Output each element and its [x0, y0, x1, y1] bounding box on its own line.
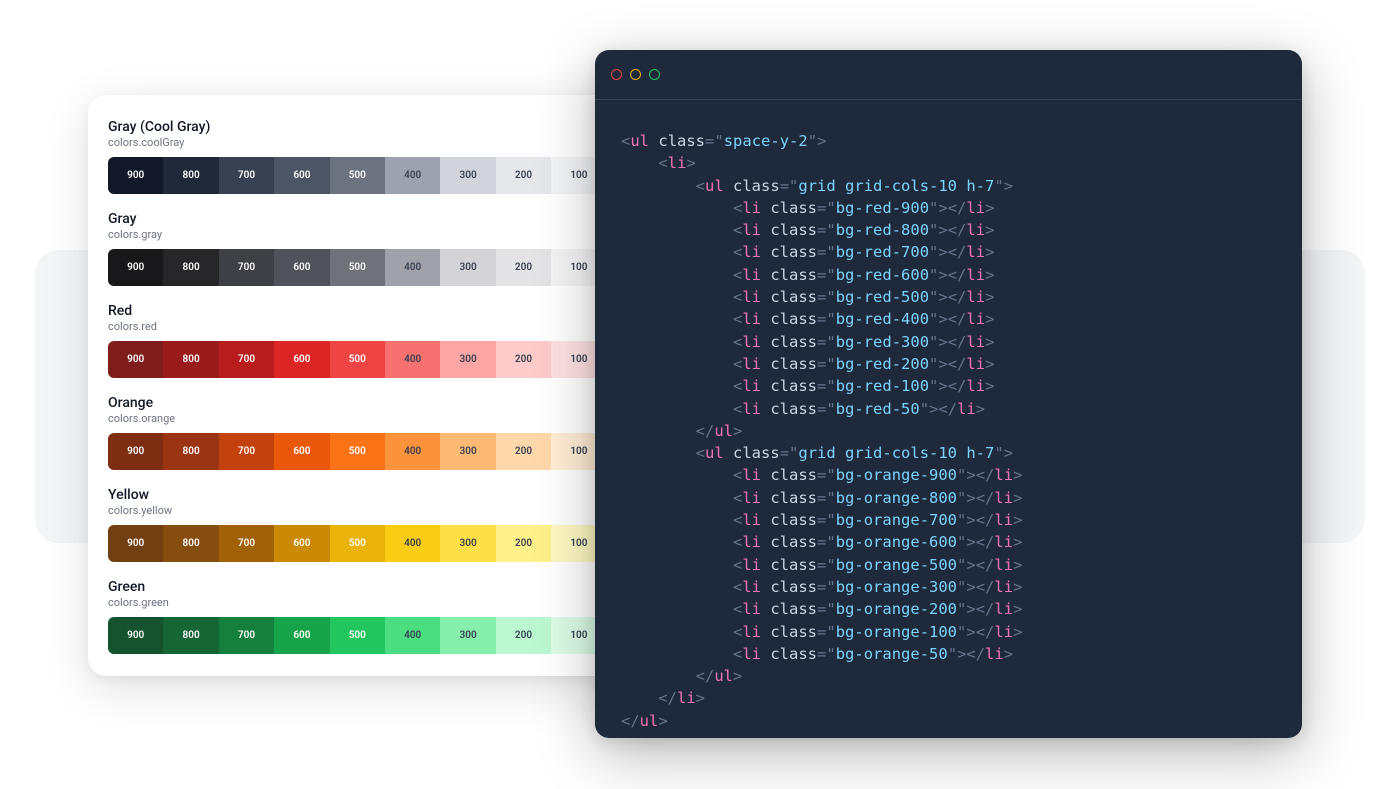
swatch[interactable]: 700	[219, 433, 274, 470]
swatch[interactable]: 300	[440, 525, 495, 562]
swatch[interactable]: 900	[108, 341, 163, 378]
color-palette-card: Gray (Cool Gray)colors.coolGray900800700…	[88, 95, 682, 676]
swatch-row: 900800700600500400300200100050	[108, 249, 662, 286]
swatch[interactable]: 900	[108, 433, 163, 470]
color-group-subtitle: colors.gray	[108, 228, 662, 241]
swatch[interactable]: 300	[440, 157, 495, 194]
swatch[interactable]: 800	[163, 617, 218, 654]
swatch[interactable]: 200	[496, 341, 551, 378]
swatch[interactable]: 200	[496, 249, 551, 286]
close-icon[interactable]	[611, 69, 622, 80]
swatch[interactable]: 600	[274, 341, 329, 378]
swatch[interactable]: 300	[440, 617, 495, 654]
swatch[interactable]: 800	[163, 341, 218, 378]
swatch[interactable]: 400	[385, 433, 440, 470]
swatch[interactable]: 400	[385, 157, 440, 194]
swatch[interactable]: 900	[108, 249, 163, 286]
color-group-subtitle: colors.yellow	[108, 504, 662, 517]
color-group-title: Green	[108, 579, 662, 595]
swatch[interactable]: 400	[385, 525, 440, 562]
swatch[interactable]: 500	[330, 617, 385, 654]
swatch-row: 900800700600500400300200100050	[108, 157, 662, 194]
swatch[interactable]: 200	[496, 157, 551, 194]
swatch[interactable]: 300	[440, 249, 495, 286]
swatch[interactable]: 500	[330, 341, 385, 378]
swatch[interactable]: 200	[496, 525, 551, 562]
swatch[interactable]: 300	[440, 341, 495, 378]
minimize-icon[interactable]	[630, 69, 641, 80]
swatch[interactable]: 900	[108, 617, 163, 654]
color-group-title: Yellow	[108, 487, 662, 503]
swatch[interactable]: 800	[163, 525, 218, 562]
swatch[interactable]: 900	[108, 525, 163, 562]
swatch[interactable]: 200	[496, 617, 551, 654]
swatch[interactable]: 900	[108, 157, 163, 194]
color-group: Gray (Cool Gray)colors.coolGray 900800700…	[108, 119, 662, 194]
swatch[interactable]: 800	[163, 157, 218, 194]
swatch[interactable]: 800	[163, 433, 218, 470]
swatch[interactable]: 700	[219, 525, 274, 562]
swatch[interactable]: 600	[274, 525, 329, 562]
swatch[interactable]: 600	[274, 617, 329, 654]
swatch[interactable]: 600	[274, 433, 329, 470]
color-group: Graycolors.gray 9008007006005004003002001…	[108, 211, 662, 286]
swatch-row: 90080070060050040030020010050	[108, 433, 662, 470]
window-titlebar	[595, 50, 1302, 100]
swatch[interactable]: 700	[219, 157, 274, 194]
swatch[interactable]: 200	[496, 433, 551, 470]
color-group: Yellowcolors.yellow 900800700600500400300…	[108, 487, 662, 562]
swatch[interactable]: 500	[330, 157, 385, 194]
code-editor-card: <ul class="space-y-2"> <li> <ul class="g…	[595, 50, 1302, 738]
swatch[interactable]: 400	[385, 249, 440, 286]
color-group-title: Gray	[108, 211, 662, 227]
zoom-icon[interactable]	[649, 69, 660, 80]
swatch[interactable]: 400	[385, 617, 440, 654]
color-group-subtitle: colors.red	[108, 320, 662, 333]
swatch[interactable]: 700	[219, 249, 274, 286]
swatch[interactable]: 600	[274, 249, 329, 286]
swatch[interactable]: 400	[385, 341, 440, 378]
color-group-subtitle: colors.coolGray	[108, 136, 662, 149]
swatch[interactable]: 600	[274, 157, 329, 194]
color-group-title: Orange	[108, 395, 662, 411]
color-group: Redcolors.red 900800700600500400300200100…	[108, 303, 662, 378]
color-group-subtitle: colors.orange	[108, 412, 662, 425]
swatch-row: 90080070060050040030020010050	[108, 617, 662, 654]
swatch[interactable]: 300	[440, 433, 495, 470]
swatch[interactable]: 800	[163, 249, 218, 286]
swatch[interactable]: 500	[330, 525, 385, 562]
color-group: Orangecolors.orange 900800700600500400300…	[108, 395, 662, 470]
color-group-title: Gray (Cool Gray)	[108, 119, 662, 135]
swatch[interactable]: 700	[219, 617, 274, 654]
swatch-row: 90080070060050040030020010050	[108, 525, 662, 562]
swatch[interactable]: 700	[219, 341, 274, 378]
color-group-subtitle: colors.green	[108, 596, 662, 609]
swatch[interactable]: 500	[330, 249, 385, 286]
code-content: <ul class="space-y-2"> <li> <ul class="g…	[595, 100, 1302, 738]
swatch[interactable]: 500	[330, 433, 385, 470]
swatch-row: 90080070060050040030020010050	[108, 341, 662, 378]
color-group: Greencolors.green 90080070060050040030020…	[108, 579, 662, 654]
color-group-title: Red	[108, 303, 662, 319]
